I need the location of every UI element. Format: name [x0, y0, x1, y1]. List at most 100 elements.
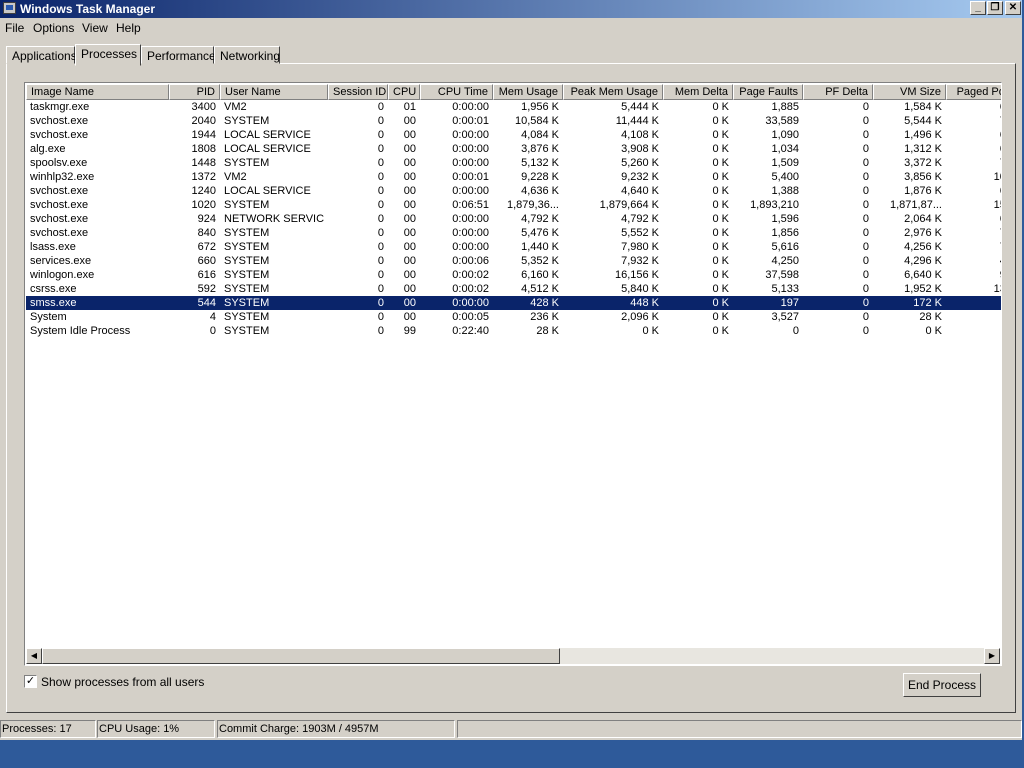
- cell-mem-delta: 0 K: [712, 297, 729, 309]
- column-header-image-name[interactable]: Image Name: [26, 84, 169, 100]
- cell-session-id: 0: [377, 227, 384, 239]
- table-row[interactable]: lsass.exe 672 SYSTEM 0 00 0:00:00 1,440 K 7,980…: [26, 240, 1001, 254]
- cell-session-id: 0: [377, 325, 384, 337]
- menu-help[interactable]: Help: [116, 21, 141, 35]
- cell-paged-poo: 64: [950, 100, 1001, 114]
- cell-pid: 1240: [191, 185, 216, 197]
- table-row[interactable]: taskmgr.exe 3400 VM2 0 01 0:00:00 1,956 K 5,444…: [26, 100, 1001, 114]
- cell-paged-poo: 76: [950, 240, 1001, 254]
- table-row[interactable]: svchost.exe 1944 LOCAL SERVICE 0 00 0:00:00 4,…: [26, 128, 1001, 142]
- cell-vm-size: 2,064 K: [904, 213, 942, 225]
- cell-cpu-time: 0:00:06: [452, 255, 489, 267]
- column-header-paged-poo[interactable]: Paged Poo: [946, 84, 1001, 100]
- cell-pid: 0: [209, 325, 216, 337]
- tab-processes[interactable]: Processes: [75, 44, 141, 66]
- cell-vm-size: 4,256 K: [904, 241, 942, 253]
- cell-user-name: SYSTEM: [224, 157, 270, 169]
- cell-user-name: VM2: [224, 171, 247, 183]
- cell-mem-usage: 4,512 K: [521, 283, 559, 295]
- column-header-cpu[interactable]: CPU: [388, 84, 420, 100]
- cell-pf-delta: 0: [862, 241, 869, 253]
- cell-pid: 592: [197, 283, 216, 295]
- cell-mem-delta: 0 K: [712, 311, 729, 323]
- status-processes: Processes: 17: [0, 720, 96, 738]
- column-header-page-faults[interactable]: Page Faults: [733, 84, 803, 100]
- table-row[interactable]: svchost.exe 840 SYSTEM 0 00 0:00:00 5,476 K 5,5…: [26, 226, 1001, 240]
- cell-session-id: 0: [377, 311, 384, 323]
- column-header-pid[interactable]: PID: [169, 84, 220, 100]
- cell-paged-poo: 6: [950, 296, 1001, 310]
- cell-pid: 616: [197, 269, 216, 281]
- cell-mem-usage: 10,584 K: [514, 115, 559, 127]
- table-row[interactable]: winlogon.exe 616 SYSTEM 0 00 0:00:02 6,160 K 16…: [26, 268, 1001, 282]
- column-header-peak-mem-usage[interactable]: Peak Mem Usage: [563, 84, 663, 100]
- tab-performance[interactable]: Performance: [141, 46, 216, 64]
- cell-pid: 1372: [191, 171, 216, 183]
- cell-page-faults: 1,856: [771, 227, 799, 239]
- table-row[interactable]: spoolsv.exe 1448 SYSTEM 0 00 0:00:00 5,132 K 5,…: [26, 156, 1001, 170]
- cell-page-faults: 5,400: [771, 171, 799, 183]
- cell-vm-size: 1,584 K: [904, 101, 942, 113]
- minimize-button[interactable]: _: [970, 1, 986, 15]
- column-header-pf-delta[interactable]: PF Delta: [803, 84, 873, 100]
- cell-cpu: 00: [403, 157, 416, 169]
- window-title: Windows Task Manager: [20, 2, 156, 16]
- column-header-session-id[interactable]: Session ID: [328, 84, 388, 100]
- scroll-left-icon[interactable]: ◀: [26, 648, 42, 664]
- menu-options[interactable]: Options: [33, 21, 74, 35]
- tab-applications[interactable]: Applications: [6, 46, 77, 64]
- title-bar[interactable]: Windows Task Manager _ ❐ ✕: [0, 0, 1022, 18]
- menu-file[interactable]: File: [5, 21, 24, 35]
- column-header-vm-size[interactable]: VM Size: [873, 84, 946, 100]
- cell-peak-mem-usage: 7,980 K: [621, 241, 659, 253]
- table-row[interactable]: winhlp32.exe 1372 VM2 0 00 0:00:01 9,228 K 9,23…: [26, 170, 1001, 184]
- tab-networking[interactable]: Networking: [214, 46, 280, 64]
- cell-paged-poo: 68: [950, 128, 1001, 142]
- table-row[interactable]: csrss.exe 592 SYSTEM 0 00 0:00:02 4,512 K 5,840…: [26, 282, 1001, 296]
- cell-paged-poo: 131: [993, 283, 1001, 295]
- cell-session-id: 0: [377, 157, 384, 169]
- column-header-mem-usage[interactable]: Mem Usage: [493, 84, 563, 100]
- cell-image-name: winlogon.exe: [30, 269, 95, 281]
- close-button[interactable]: ✕: [1005, 1, 1021, 15]
- column-header-mem-delta[interactable]: Mem Delta: [663, 84, 733, 100]
- cell-pid: 660: [197, 255, 216, 267]
- cell-page-faults: 197: [780, 297, 799, 309]
- scroll-right-icon[interactable]: ▶: [984, 648, 1000, 664]
- table-row[interactable]: System 4 SYSTEM 0 00 0:00:05 236 K 2,096 K0 K 3,…: [26, 310, 1001, 324]
- scroll-thumb[interactable]: [42, 648, 560, 664]
- process-list[interactable]: Image Name PID User Name Session ID CPU CPU T…: [24, 82, 1002, 666]
- cell-mem-delta: 0 K: [712, 157, 729, 169]
- table-row[interactable]: svchost.exe 1240 LOCAL SERVICE 0 00 0:00:00 4,…: [26, 184, 1001, 198]
- cell-mem-usage: 3,876 K: [521, 143, 559, 155]
- table-row[interactable]: svchost.exe 1020 SYSTEM 0 00 0:06:51 1,879,36.…: [26, 198, 1001, 212]
- cell-paged-poo: 0: [950, 310, 1001, 324]
- cell-mem-usage: 4,636 K: [521, 185, 559, 197]
- horizontal-scrollbar[interactable]: ◀ ▶: [26, 648, 1000, 664]
- table-row[interactable]: svchost.exe 924 NETWORK SERVICE 0 00 0:00:00 4…: [26, 212, 1001, 226]
- column-header-cpu-time[interactable]: CPU Time: [420, 84, 493, 100]
- cell-user-name: VM2: [224, 101, 247, 113]
- cell-peak-mem-usage: 5,260 K: [621, 157, 659, 169]
- menu-view[interactable]: View: [82, 21, 108, 35]
- cell-vm-size: 1,876 K: [904, 185, 942, 197]
- table-row[interactable]: services.exe 660 SYSTEM 0 00 0:00:06 5,352 K 7,…: [26, 254, 1001, 268]
- table-row[interactable]: System Idle Process 0 SYSTEM 0 99 0:22:40 28 K…: [26, 324, 1001, 338]
- cell-session-id: 0: [377, 297, 384, 309]
- cell-image-name: services.exe: [30, 255, 92, 267]
- restore-button[interactable]: ❐: [987, 1, 1003, 15]
- status-bar: Processes: 17 CPU Usage: 1% Commit Charg…: [0, 719, 1022, 739]
- table-row[interactable]: smss.exe 544 SYSTEM 0 00 0:00:00 428 K 448 K0 K…: [26, 296, 1001, 310]
- cell-vm-size: 1,312 K: [904, 143, 942, 155]
- cell-user-name: SYSTEM: [224, 311, 270, 323]
- table-row[interactable]: svchost.exe 2040 SYSTEM 0 00 0:00:01 10,584 K1…: [26, 114, 1001, 128]
- cell-paged-poo: 73: [950, 114, 1001, 128]
- cell-cpu-time: 0:00:01: [452, 171, 489, 183]
- end-process-button[interactable]: End Process: [903, 673, 981, 697]
- cell-image-name: winhlp32.exe: [30, 171, 95, 183]
- cell-page-faults: 33,589: [765, 115, 799, 127]
- cell-vm-size: 1,496 K: [904, 129, 942, 141]
- table-row[interactable]: alg.exe 1808 LOCAL SERVICE 0 00 0:00:00 3,876 …: [26, 142, 1001, 156]
- show-all-users-checkbox[interactable]: ✓: [24, 675, 37, 688]
- column-header-user-name[interactable]: User Name: [220, 84, 328, 100]
